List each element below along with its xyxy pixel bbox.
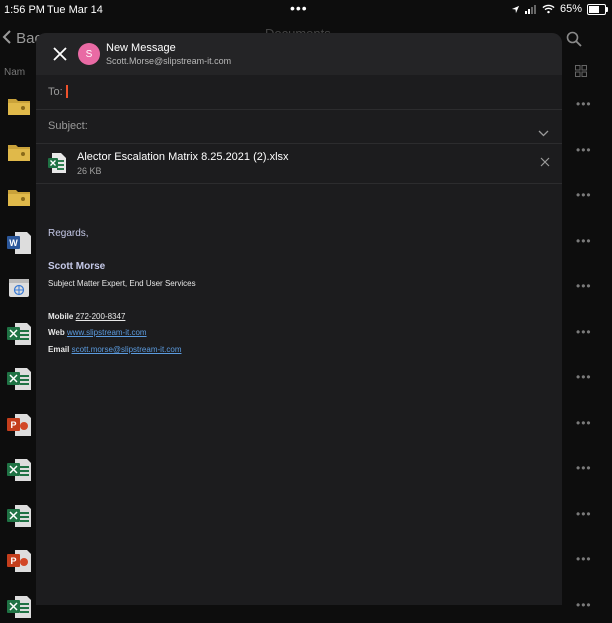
from-address[interactable]: Scott.Morse@slipstream-it.com	[106, 56, 231, 66]
battery-icon	[587, 3, 608, 15]
more-options-icon[interactable]: •••	[576, 416, 592, 430]
excel-icon[interactable]	[7, 322, 31, 345]
attachment-name[interactable]: Alector Escalation Matrix 8.25.2021 (2).…	[77, 151, 289, 163]
compose-title: New Message	[106, 42, 176, 54]
text-cursor	[66, 85, 68, 98]
compose-sheet: S New Message Scott.Morse@slipstream-it.…	[36, 33, 562, 605]
subject-label: Subject:	[48, 120, 88, 132]
signature-name: Scott Morse	[48, 261, 106, 272]
excel-file-icon	[48, 153, 66, 173]
body-regards: Regards,	[48, 228, 89, 239]
email-label: Email	[48, 345, 70, 354]
more-options-icon[interactable]: •••	[576, 188, 592, 202]
name-column-header[interactable]: Nam	[4, 67, 25, 78]
signature-mobile: Mobile 272-200-8347	[48, 312, 125, 321]
folder-icon[interactable]	[7, 186, 31, 208]
web-label: Web	[48, 328, 65, 337]
remove-attachment-icon[interactable]	[540, 157, 550, 167]
svg-text:P: P	[10, 420, 16, 430]
excel-icon[interactable]	[7, 459, 31, 481]
more-options-icon[interactable]: •••	[576, 143, 592, 157]
message-body[interactable]	[36, 184, 562, 605]
more-options-icon[interactable]: •••	[576, 279, 592, 293]
svg-text:W: W	[9, 238, 18, 248]
folder-icon[interactable]	[7, 95, 31, 117]
search-icon[interactable]	[566, 31, 582, 47]
battery-percent: 65%	[559, 3, 582, 15]
excel-icon[interactable]	[7, 595, 31, 618]
excel-icon[interactable]	[7, 368, 31, 390]
status-time: 1:56 PM	[4, 4, 45, 16]
more-options-icon[interactable]: •••	[576, 325, 592, 339]
more-options-icon[interactable]: •••	[576, 552, 592, 566]
more-options-icon[interactable]: •••	[576, 507, 592, 521]
web-link[interactable]: www.slipstream-it.com	[67, 328, 147, 337]
attachment-size: 26 KB	[77, 166, 102, 176]
multitasking-dots-icon[interactable]: •••	[290, 0, 308, 16]
attachment-row[interactable]	[36, 143, 562, 184]
svg-text:P: P	[10, 556, 16, 566]
word-icon[interactable]: W	[7, 231, 31, 254]
status-date: Tue Mar 14	[47, 4, 103, 16]
powerpoint-icon[interactable]: P	[7, 550, 31, 572]
to-label: To:	[48, 86, 63, 98]
mobile-number-link[interactable]: 272-200-8347	[76, 312, 126, 321]
grid-view-icon[interactable]	[575, 65, 587, 77]
web-icon[interactable]	[7, 277, 31, 299]
avatar[interactable]: S	[78, 43, 100, 65]
mobile-label: Mobile	[48, 312, 74, 321]
signature-email: Email scott.morse@slipstream-it.com	[48, 345, 182, 354]
to-field[interactable]: To:	[36, 75, 562, 137]
folder-icon[interactable]	[7, 141, 31, 163]
compose-header: S New Message Scott.Morse@slipstream-it.…	[36, 33, 562, 75]
battery-level	[589, 5, 599, 13]
subject-field[interactable]: Subject:	[36, 109, 562, 144]
more-options-icon[interactable]: •••	[576, 234, 592, 248]
chevron-left-icon	[2, 30, 11, 44]
more-options-icon[interactable]: •••	[576, 370, 592, 384]
more-options-icon[interactable]: •••	[576, 97, 592, 111]
signature-web: Web www.slipstream-it.com	[48, 328, 147, 337]
status-bar: 1:56 PM Tue Mar 14 ••• 65%	[0, 0, 612, 20]
cellular-signal-icon	[524, 4, 536, 14]
wifi-icon	[542, 4, 555, 14]
email-link[interactable]: scott.morse@slipstream-it.com	[72, 345, 182, 354]
location-icon	[511, 5, 520, 13]
status-indicators: 65%	[511, 3, 608, 15]
powerpoint-icon[interactable]: P	[7, 413, 31, 436]
more-options-icon[interactable]: •••	[576, 461, 592, 475]
close-icon[interactable]	[50, 44, 70, 64]
excel-icon[interactable]	[7, 504, 31, 527]
signature-role: Subject Matter Expert, End User Services	[48, 279, 196, 288]
